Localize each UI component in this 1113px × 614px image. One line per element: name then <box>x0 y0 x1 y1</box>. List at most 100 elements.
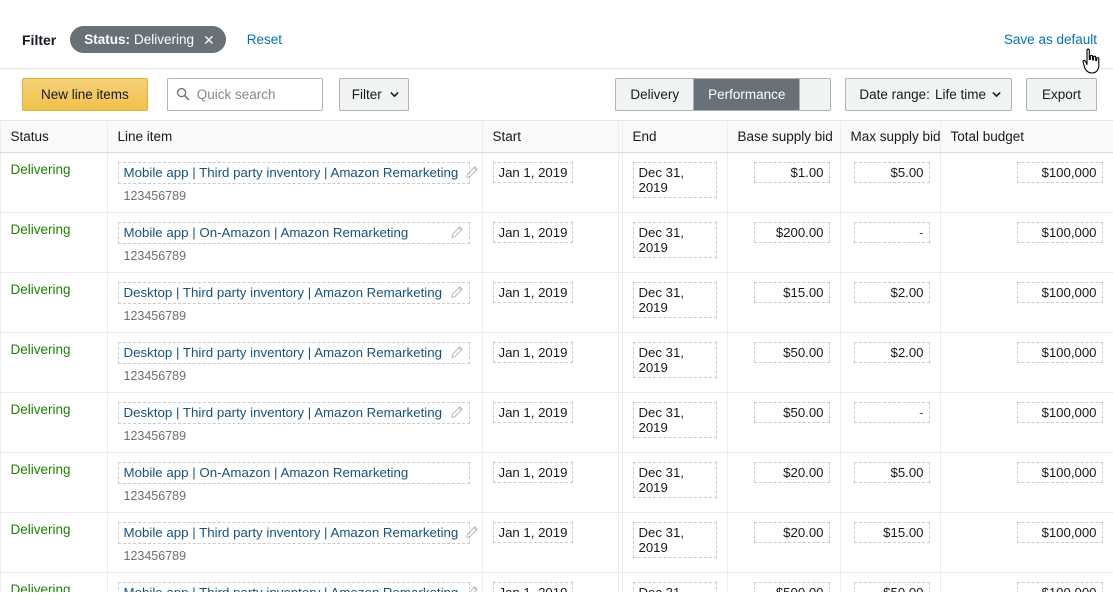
row-total-budget-cell[interactable]: $100,000 <box>940 392 1113 452</box>
line-item-link[interactable]: Mobile app | Third party inventory | Ama… <box>124 585 459 593</box>
end-date-value[interactable]: Dec 31, 2019 <box>633 402 717 438</box>
row-start-cell[interactable]: Jan 1, 2019 <box>482 392 622 452</box>
line-item-name-box[interactable]: Mobile app | Third party inventory | Ama… <box>118 162 470 184</box>
base-supply-bid-value[interactable]: $15.00 <box>754 282 830 303</box>
line-item-name-box[interactable]: Mobile app | Third party inventory | Ama… <box>118 582 470 593</box>
total-budget-value[interactable]: $100,000 <box>1017 462 1103 483</box>
table-row[interactable]: DeliveringMobile app | Third party inven… <box>0 572 1113 592</box>
column-header-end[interactable]: End <box>622 121 727 152</box>
row-max-supply-bid-cell[interactable]: $2.00 <box>840 272 940 332</box>
row-start-cell[interactable]: Jan 1, 2019 <box>482 272 622 332</box>
base-supply-bid-value[interactable]: $50.00 <box>754 402 830 423</box>
row-max-supply-bid-cell[interactable]: $15.00 <box>840 512 940 572</box>
max-supply-bid-value[interactable]: $5.00 <box>854 162 930 183</box>
line-item-link[interactable]: Mobile app | Third party inventory | Ama… <box>124 165 459 180</box>
row-max-supply-bid-cell[interactable]: $5.00 <box>840 452 940 512</box>
table-row[interactable]: DeliveringMobile app | On-Amazon | Amazo… <box>0 452 1113 512</box>
edit-pencil-icon[interactable] <box>466 526 478 538</box>
table-row[interactable]: DeliveringDesktop | Third party inventor… <box>0 332 1113 392</box>
line-item-link[interactable]: Desktop | Third party inventory | Amazon… <box>124 405 443 420</box>
max-supply-bid-value[interactable]: - <box>854 402 930 423</box>
line-item-link[interactable]: Mobile app | Third party inventory | Ama… <box>124 525 459 540</box>
total-budget-value[interactable]: $100,000 <box>1017 282 1103 303</box>
row-max-supply-bid-cell[interactable]: $50.00 <box>840 572 940 592</box>
line-item-link[interactable]: Mobile app | On-Amazon | Amazon Remarket… <box>124 465 409 480</box>
table-row[interactable]: DeliveringMobile app | Third party inven… <box>0 152 1113 212</box>
row-total-budget-cell[interactable]: $100,000 <box>940 152 1113 212</box>
filter-chip-status[interactable]: Status: Delivering ✕ <box>70 26 226 53</box>
row-max-supply-bid-cell[interactable]: - <box>840 392 940 452</box>
row-end-cell[interactable]: Dec 31, 2019 <box>622 572 727 592</box>
end-date-value[interactable]: Dec 31, 2019 <box>633 522 717 558</box>
row-start-cell[interactable]: Jan 1, 2019 <box>482 512 622 572</box>
start-date-value[interactable]: Jan 1, 2019 <box>493 162 574 183</box>
total-budget-value[interactable]: $100,000 <box>1017 402 1103 423</box>
date-range-button[interactable]: Date range: Life time <box>845 78 1012 111</box>
line-item-name-box[interactable]: Mobile app | Third party inventory | Ama… <box>118 522 470 544</box>
end-date-value[interactable]: Dec 31, 2019 <box>633 282 717 318</box>
line-item-link[interactable]: Mobile app | On-Amazon | Amazon Remarket… <box>124 225 409 240</box>
start-date-value[interactable]: Jan 1, 2019 <box>493 282 574 303</box>
base-supply-bid-value[interactable]: $50.00 <box>754 342 830 363</box>
row-end-cell[interactable]: Dec 31, 2019 <box>622 152 727 212</box>
base-supply-bid-value[interactable]: $20.00 <box>754 522 830 543</box>
column-header-status[interactable]: Status <box>0 121 107 152</box>
start-date-value[interactable]: Jan 1, 2019 <box>493 222 574 243</box>
line-item-name-box[interactable]: Desktop | Third party inventory | Amazon… <box>118 282 470 304</box>
total-budget-value[interactable]: $100,000 <box>1017 222 1103 243</box>
export-button[interactable]: Export <box>1026 78 1097 111</box>
line-items-table-scroll[interactable]: Active Status Line item Start End Base s… <box>0 121 1113 592</box>
line-item-name-box[interactable]: Mobile app | On-Amazon | Amazon Remarket… <box>118 462 470 484</box>
row-end-cell[interactable]: Dec 31, 2019 <box>622 452 727 512</box>
row-start-cell[interactable]: Jan 1, 2019 <box>482 332 622 392</box>
row-base-supply-bid-cell[interactable]: $50.00 <box>727 392 840 452</box>
row-base-supply-bid-cell[interactable]: $50.00 <box>727 332 840 392</box>
max-supply-bid-value[interactable]: $2.00 <box>854 342 930 363</box>
line-item-link[interactable]: Desktop | Third party inventory | Amazon… <box>124 285 443 300</box>
row-total-budget-cell[interactable]: $100,000 <box>940 572 1113 592</box>
line-item-link[interactable]: Desktop | Third party inventory | Amazon… <box>124 345 443 360</box>
table-row[interactable]: DeliveringDesktop | Third party inventor… <box>0 392 1113 452</box>
max-supply-bid-value[interactable]: $2.00 <box>854 282 930 303</box>
row-max-supply-bid-cell[interactable]: - <box>840 212 940 272</box>
total-budget-value[interactable]: $100,000 <box>1017 162 1103 183</box>
row-end-cell[interactable]: Dec 31, 2019 <box>622 272 727 332</box>
column-header-total-budget[interactable]: Total budget <box>940 121 1113 152</box>
line-item-name-box[interactable]: Mobile app | On-Amazon | Amazon Remarket… <box>118 222 470 244</box>
row-start-cell[interactable]: Jan 1, 2019 <box>482 152 622 212</box>
total-budget-value[interactable]: $100,000 <box>1017 522 1103 543</box>
base-supply-bid-value[interactable]: $200.00 <box>754 222 830 243</box>
base-supply-bid-value[interactable]: $20.00 <box>754 462 830 483</box>
edit-pencil-icon[interactable] <box>466 586 478 592</box>
column-header-start[interactable]: Start <box>482 121 622 152</box>
base-supply-bid-value[interactable]: $1.00 <box>754 162 830 183</box>
row-end-cell[interactable]: Dec 31, 2019 <box>622 212 727 272</box>
row-base-supply-bid-cell[interactable]: $20.00 <box>727 512 840 572</box>
total-budget-value[interactable]: $100,000 <box>1017 342 1103 363</box>
edit-pencil-icon[interactable] <box>451 226 463 238</box>
row-base-supply-bid-cell[interactable]: $500.00 <box>727 572 840 592</box>
edit-pencil-icon[interactable] <box>451 406 463 418</box>
row-total-budget-cell[interactable]: $100,000 <box>940 272 1113 332</box>
line-item-name-box[interactable]: Desktop | Third party inventory | Amazon… <box>118 342 470 364</box>
row-end-cell[interactable]: Dec 31, 2019 <box>622 392 727 452</box>
search-input[interactable] <box>167 78 323 111</box>
start-date-value[interactable]: Jan 1, 2019 <box>493 522 574 543</box>
start-date-value[interactable]: Jan 1, 2019 <box>493 342 574 363</box>
close-icon[interactable]: ✕ <box>203 33 215 47</box>
edit-pencil-icon[interactable] <box>451 346 463 358</box>
row-total-budget-cell[interactable]: $100,000 <box>940 452 1113 512</box>
edit-pencil-icon[interactable] <box>466 166 478 178</box>
end-date-value[interactable]: Dec 31, 2019 <box>633 222 717 258</box>
row-max-supply-bid-cell[interactable]: $5.00 <box>840 152 940 212</box>
table-row[interactable]: DeliveringMobile app | On-Amazon | Amazo… <box>0 212 1113 272</box>
line-item-name-box[interactable]: Desktop | Third party inventory | Amazon… <box>118 402 470 424</box>
end-date-value[interactable]: Dec 31, 2019 <box>633 582 717 593</box>
row-total-budget-cell[interactable]: $100,000 <box>940 512 1113 572</box>
start-date-value[interactable]: Jan 1, 2019 <box>493 462 574 483</box>
end-date-value[interactable]: Dec 31, 2019 <box>633 342 717 378</box>
row-end-cell[interactable]: Dec 31, 2019 <box>622 512 727 572</box>
start-date-value[interactable]: Jan 1, 2019 <box>493 582 574 593</box>
table-row[interactable]: DeliveringDesktop | Third party inventor… <box>0 272 1113 332</box>
max-supply-bid-value[interactable]: $15.00 <box>854 522 930 543</box>
